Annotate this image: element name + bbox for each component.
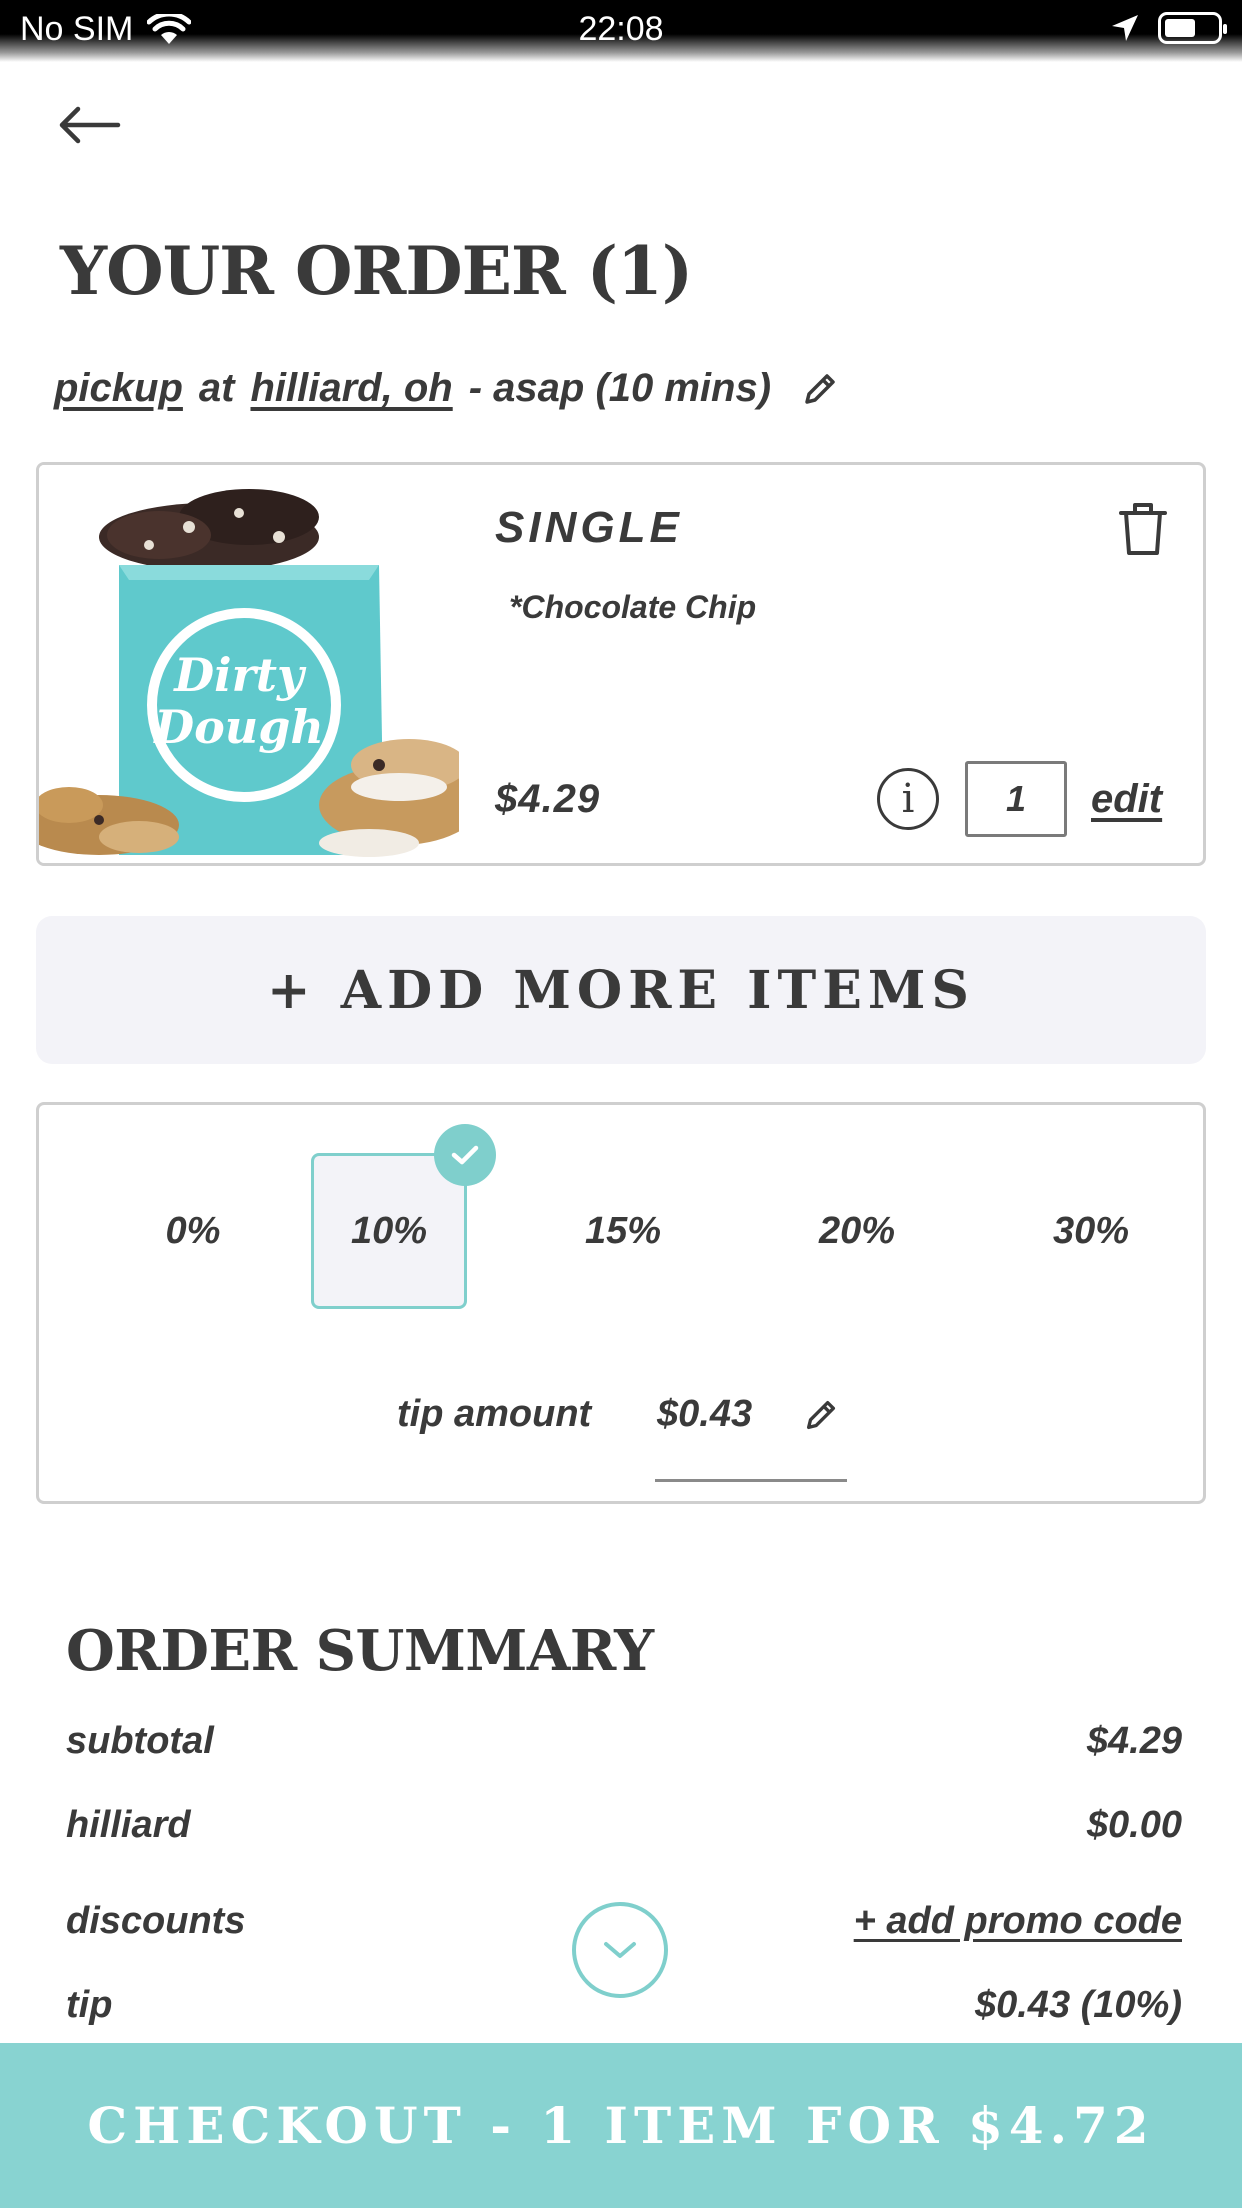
pickup-mode-link[interactable]: pickup (54, 366, 183, 411)
trash-icon[interactable] (1117, 501, 1169, 557)
tip-option-10pct[interactable]: 10% (311, 1124, 496, 1309)
add-more-items-button[interactable]: + ADD MORE ITEMS (36, 916, 1206, 1064)
tip-option-20pct[interactable]: 20% (779, 1153, 935, 1309)
item-option: *Chocolate Chip (509, 589, 757, 625)
summary-value: $0.00 (1086, 1804, 1182, 1846)
info-icon[interactable]: i (877, 768, 939, 830)
pickup-details: pickup at hilliard, oh - asap (10 mins) (54, 366, 841, 411)
checkout-button[interactable]: CHECKOUT - 1 ITEM FOR $4.72 (0, 2043, 1242, 2208)
tip-option-label: 10% (350, 1209, 428, 1252)
pickup-timing-text: - asap (10 mins) (468, 366, 772, 410)
location-arrow-icon (1112, 15, 1138, 41)
pickup-location-link[interactable]: hilliard, oh (250, 366, 452, 411)
item-photo: Dirty Dough (39, 465, 479, 863)
back-arrow-icon[interactable] (56, 100, 122, 150)
status-bar: No SIM 22:08 (0, 0, 1242, 62)
item-price: $4.29 (495, 777, 601, 821)
tip-selector-card: 0% 10% 15% 20% 30% tip amount $0.43 (36, 1102, 1206, 1504)
tip-option-15pct[interactable]: 15% (545, 1153, 701, 1309)
pencil-icon[interactable] (799, 368, 841, 410)
brand-text-dough: Dough (152, 700, 324, 754)
quantity-field[interactable]: 1 (965, 761, 1067, 837)
brand-text-dirty: Dirty (172, 648, 307, 702)
tip-option-30pct[interactable]: 30% (1013, 1153, 1169, 1309)
page-title: YOUR ORDER (1) (60, 232, 693, 310)
summary-value: $4.29 (1086, 1720, 1182, 1762)
clock: 22:08 (578, 10, 664, 48)
summary-label: hilliard (66, 1804, 191, 1846)
cart-item-card: Dirty Dough SINGLE *Chocolate Chip $4.29… (36, 462, 1206, 866)
summary-label: discounts (66, 1900, 246, 1942)
add-promo-code-link[interactable]: + add promo code (854, 1900, 1182, 1943)
edit-item-link[interactable]: edit (1091, 777, 1162, 822)
summary-value: $0.43 (10%) (974, 1984, 1182, 2026)
summary-label: subtotal (66, 1720, 214, 1762)
pencil-icon[interactable] (801, 1395, 841, 1435)
tip-amount-label: tip amount (397, 1393, 592, 1435)
scroll-down-button[interactable] (572, 1902, 668, 1998)
summary-label: tip (66, 1984, 113, 2026)
chevron-down-icon (604, 1942, 636, 1958)
check-icon (434, 1124, 496, 1186)
battery-icon (1158, 12, 1227, 44)
order-summary-title: ORDER SUMMARY (66, 1618, 654, 1684)
item-name: SINGLE (495, 503, 683, 552)
status-right (1110, 12, 1227, 44)
cookie-box-image: Dirty Dough (39, 465, 479, 863)
pickup-at-text: at (198, 366, 235, 410)
tip-amount-input[interactable]: $0.43 (657, 1393, 752, 1436)
tip-amount-underline (655, 1479, 847, 1482)
tip-option-0pct[interactable]: 0% (115, 1153, 271, 1309)
